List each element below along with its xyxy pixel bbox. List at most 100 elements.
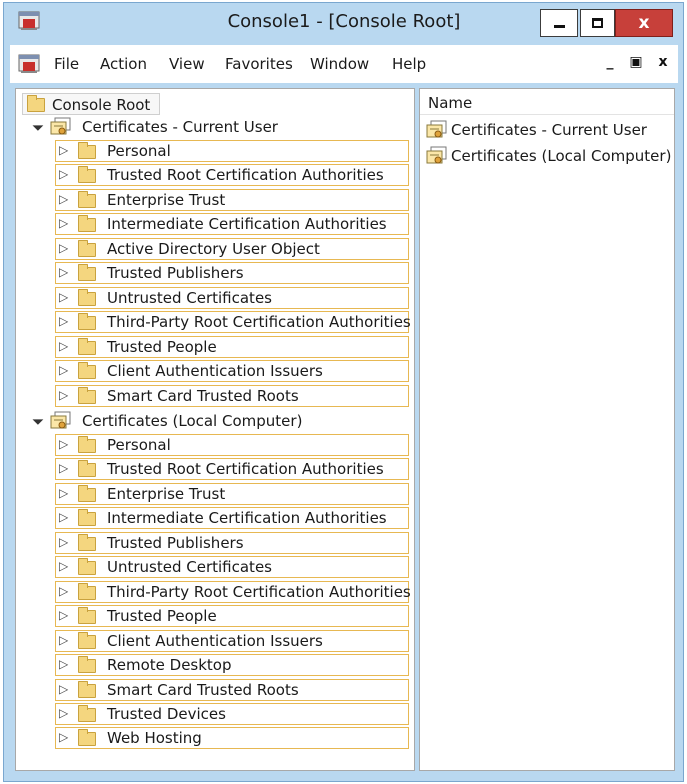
collapsed-arrow-icon[interactable]: ▷	[59, 633, 68, 647]
column-header-label: Name	[428, 94, 473, 112]
maximize-button[interactable]	[580, 9, 615, 37]
collapsed-arrow-icon[interactable]: ▷	[59, 706, 68, 720]
menu-file[interactable]: File	[54, 55, 79, 73]
column-header-name[interactable]: Name	[420, 89, 674, 115]
collapsed-arrow-icon[interactable]: ▷	[59, 535, 68, 549]
menu-view[interactable]: View	[169, 55, 205, 73]
collapsed-arrow-icon[interactable]: ▷	[59, 730, 68, 744]
tree-item-label: Trusted Root Certification Authorities	[107, 460, 384, 479]
collapsed-arrow-icon[interactable]: ▷	[59, 167, 68, 181]
tree-item[interactable]: ▷ Smart Card Trusted Roots	[55, 678, 409, 701]
tree-item-label: Active Directory User Object	[107, 239, 320, 258]
collapsed-arrow-icon[interactable]: ▷	[59, 192, 68, 206]
tree-item[interactable]: ▷ Trusted Publishers	[55, 262, 409, 285]
collapsed-arrow-icon[interactable]: ▷	[59, 363, 68, 377]
menu-window[interactable]: Window	[310, 55, 369, 73]
certificate-snapin-icon	[426, 146, 447, 164]
collapsed-arrow-icon[interactable]: ▷	[59, 510, 68, 524]
folder-icon	[78, 704, 96, 722]
tree-item-label: Remote Desktop	[107, 656, 232, 675]
collapsed-arrow-icon[interactable]: ▷	[59, 339, 68, 353]
folder-icon	[78, 558, 96, 576]
tree-item-label: Trusted People	[107, 337, 217, 356]
collapsed-arrow-icon[interactable]: ▷	[59, 143, 68, 157]
collapsed-arrow-icon[interactable]: ▷	[59, 388, 68, 402]
menu-action[interactable]: Action	[100, 55, 147, 73]
tree-item[interactable]: ▷ Intermediate Certification Authorities	[55, 213, 409, 236]
tree-item[interactable]: ▷ Intermediate Certification Authorities	[55, 507, 409, 530]
collapsed-arrow-icon[interactable]: ▷	[59, 290, 68, 304]
certificate-snapin-icon	[426, 120, 447, 138]
tree-item-label: Trusted Publishers	[107, 264, 244, 283]
collapsed-arrow-icon[interactable]: ▷	[59, 657, 68, 671]
expanded-arrow-icon[interactable]: ◢	[31, 413, 44, 426]
collapsed-arrow-icon[interactable]: ▷	[59, 437, 68, 451]
tree-item[interactable]: ▷ Untrusted Certificates	[55, 286, 409, 309]
child-minimize-button[interactable]: _	[600, 54, 620, 72]
maximize-icon	[592, 18, 603, 28]
collapsed-arrow-icon[interactable]: ▷	[59, 314, 68, 328]
close-button[interactable]: x	[615, 9, 673, 37]
folder-icon	[78, 215, 96, 233]
folder-icon	[78, 729, 96, 747]
tree-item[interactable]: ▷ Trusted Publishers	[55, 531, 409, 554]
list-item[interactable]: Certificates - Current User	[420, 119, 674, 141]
tree-item[interactable]: ▷ Personal	[55, 434, 409, 456]
tree-node-label: Certificates (Local Computer)	[82, 412, 303, 430]
collapsed-arrow-icon[interactable]: ▷	[59, 265, 68, 279]
title-bar[interactable]: Console1 - [Console Root] x	[4, 3, 683, 43]
tree-item[interactable]: ▷ Client Authentication Issuers	[55, 629, 409, 652]
tree-item[interactable]: ▷ Trusted People	[55, 335, 409, 358]
minimize-icon	[553, 25, 565, 28]
folder-icon	[27, 95, 45, 112]
collapsed-arrow-icon[interactable]: ▷	[59, 241, 68, 255]
tree-root[interactable]: Console Root	[22, 93, 160, 115]
minimize-button[interactable]	[540, 9, 578, 37]
tree-item[interactable]: ▷ Active Directory User Object	[55, 237, 409, 260]
folder-icon	[78, 656, 96, 674]
collapsed-arrow-icon[interactable]: ▷	[59, 461, 68, 475]
tree-item[interactable]: ▷ Web Hosting	[55, 727, 409, 750]
child-close-button[interactable]: x	[653, 54, 673, 72]
mmc-icon[interactable]	[18, 54, 40, 74]
tree-item[interactable]: ▷ Third-Party Root Certification Authorit…	[55, 311, 411, 334]
collapsed-arrow-icon[interactable]: ▷	[59, 584, 68, 598]
tree-item[interactable]: ▷ Remote Desktop	[55, 654, 409, 677]
collapsed-arrow-icon[interactable]: ▷	[59, 559, 68, 573]
collapsed-arrow-icon[interactable]: ▷	[59, 216, 68, 230]
tree-node-current-user[interactable]: ◢ Certificates - Current User	[16, 116, 396, 138]
tree-item[interactable]: ▷ Trusted Root Certification Authorities	[55, 164, 409, 187]
menu-help[interactable]: Help	[392, 55, 426, 73]
tree-item[interactable]: ▷ Untrusted Certificates	[55, 556, 409, 579]
tree-item[interactable]: ▷ Enterprise Trust	[55, 188, 409, 211]
tree-item-label: Personal	[107, 142, 171, 160]
tree-item-label: Client Authentication Issuers	[107, 631, 323, 650]
tree-item-label: Enterprise Trust	[107, 190, 226, 209]
collapsed-arrow-icon[interactable]: ▷	[59, 682, 68, 696]
tree-item[interactable]: ▷ Client Authentication Issuers	[55, 360, 409, 383]
tree-item[interactable]: ▷ Trusted People	[55, 605, 409, 628]
tree-item[interactable]: ▷ Personal	[55, 140, 409, 162]
tree-item-label: Client Authentication Issuers	[107, 362, 323, 381]
mmc-icon[interactable]	[18, 11, 40, 31]
certificate-snapin-icon	[50, 411, 71, 429]
tree-item[interactable]: ▷ Enterprise Trust	[55, 482, 409, 505]
console-tree[interactable]: Console Root ◢ Certificates - Current Us…	[15, 88, 415, 771]
tree-item-label: Smart Card Trusted Roots	[107, 680, 299, 699]
child-restore-button[interactable]: ▣	[626, 54, 646, 72]
tree-node-local-computer[interactable]: ◢ Certificates (Local Computer)	[16, 410, 396, 432]
folder-icon	[78, 484, 96, 502]
results-pane[interactable]: Name Certificates - Current User Certifi…	[419, 88, 675, 771]
tree-node-label: Certificates - Current User	[82, 118, 278, 136]
collapsed-arrow-icon[interactable]: ▷	[59, 486, 68, 500]
tree-item-label: Intermediate Certification Authorities	[107, 509, 387, 528]
tree-item[interactable]: ▷ Smart Card Trusted Roots	[55, 384, 409, 407]
tree-item[interactable]: ▷ Trusted Root Certification Authorities	[55, 458, 409, 481]
expanded-arrow-icon[interactable]: ◢	[31, 119, 44, 132]
list-item[interactable]: Certificates (Local Computer)	[420, 145, 674, 167]
collapsed-arrow-icon[interactable]: ▷	[59, 608, 68, 622]
tree-item[interactable]: ▷ Third-Party Root Certification Authorit…	[55, 580, 411, 603]
tree-item[interactable]: ▷ Trusted Devices	[55, 702, 409, 725]
folder-icon	[78, 533, 96, 551]
menu-favorites[interactable]: Favorites	[225, 55, 293, 73]
